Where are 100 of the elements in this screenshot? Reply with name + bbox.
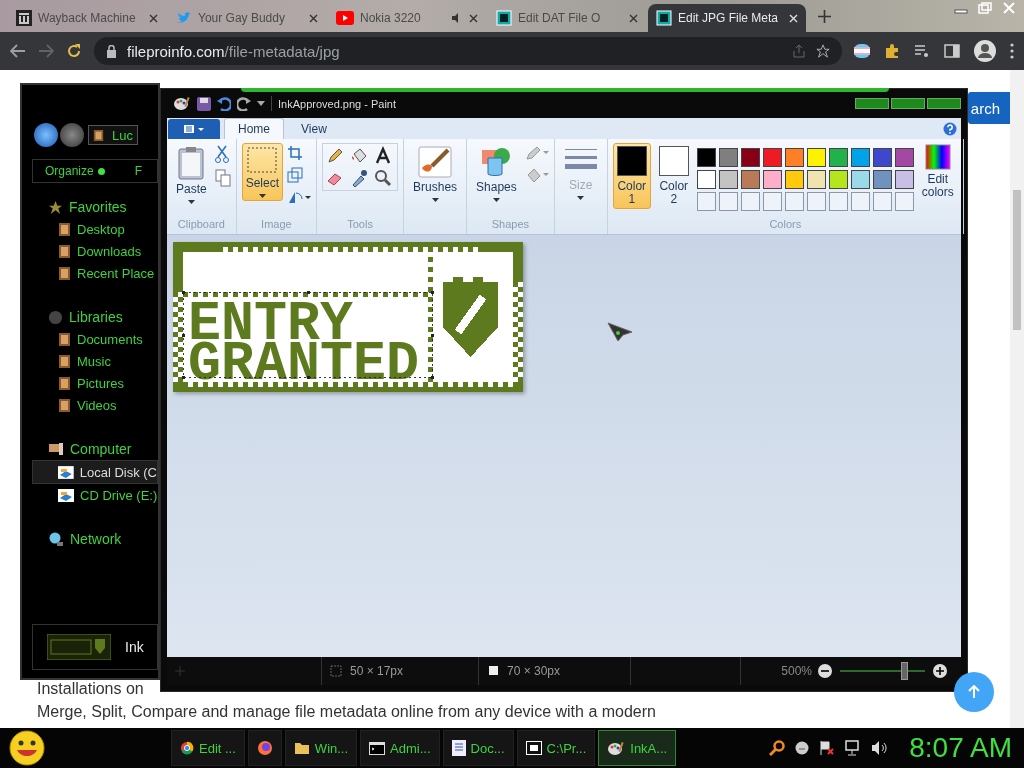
taskbar-button[interactable]: Admi... (360, 730, 440, 766)
nav-item[interactable]: Recent Place (22, 262, 158, 284)
search-icon[interactable] (769, 740, 786, 756)
empty-swatch[interactable] (718, 192, 738, 211)
nav-item[interactable]: Videos (22, 394, 158, 416)
dropdown-icon[interactable] (257, 101, 265, 106)
nav-item[interactable]: Downloads (22, 240, 158, 262)
star-icon[interactable] (816, 44, 830, 58)
close-icon[interactable] (309, 13, 318, 23)
palette-swatch[interactable] (850, 148, 870, 167)
empty-swatch[interactable] (784, 192, 804, 211)
menu-icon[interactable] (1010, 43, 1014, 59)
browser-tab[interactable]: Edit DAT File O (488, 4, 646, 32)
palette-swatch[interactable] (806, 170, 826, 189)
palette-swatch[interactable] (718, 148, 738, 167)
back-icon[interactable] (10, 44, 26, 58)
empty-swatch[interactable] (850, 192, 870, 211)
close-icon[interactable] (629, 13, 638, 23)
palette-swatch[interactable] (894, 170, 914, 189)
paste-button[interactable]: Paste (172, 143, 211, 207)
zoom-thumb[interactable] (900, 662, 908, 680)
close-icon[interactable] (149, 13, 158, 23)
taskbar-button[interactable]: InkA... (598, 730, 677, 766)
palette-swatch[interactable] (740, 148, 760, 167)
search-button[interactable]: arch (968, 92, 1010, 124)
palette-swatch[interactable] (718, 170, 738, 189)
taskbar-button[interactable]: Doc... (442, 730, 514, 766)
nav-section[interactable]: Network (22, 528, 158, 550)
close-icon[interactable] (469, 13, 478, 23)
nav-section[interactable]: Libraries (22, 306, 158, 328)
palette-swatch[interactable] (784, 148, 804, 167)
rotate-icon[interactable] (287, 189, 312, 205)
palette-swatch[interactable] (740, 170, 760, 189)
nav-item[interactable]: CD Drive (E:) (22, 484, 158, 506)
back-button[interactable] (34, 123, 58, 147)
app-menu-button[interactable] (168, 119, 220, 139)
color-slot-button[interactable]: Color 1 (612, 143, 651, 209)
ribbon-tab[interactable]: View (288, 119, 340, 139)
palette-swatch[interactable] (762, 170, 782, 189)
playlist-icon[interactable] (914, 44, 930, 58)
empty-swatch[interactable] (894, 192, 914, 211)
zoom-out-button[interactable] (818, 664, 832, 678)
select-button[interactable]: Select (241, 143, 284, 201)
color-slot-button[interactable]: Color 2 (654, 143, 693, 209)
taskbar-button[interactable]: Win... (284, 730, 358, 766)
smiley-icon[interactable] (8, 730, 46, 766)
empty-swatch[interactable] (828, 192, 848, 211)
edit-colors-button[interactable]: Edit colors (917, 143, 958, 200)
empty-swatch[interactable] (872, 192, 892, 211)
taskbar-button[interactable]: Edit ... (171, 730, 245, 766)
help-icon[interactable] (943, 121, 957, 136)
undo-icon[interactable] (217, 96, 231, 111)
avatar-icon[interactable] (974, 40, 996, 62)
nav-item[interactable]: Pictures (22, 372, 158, 394)
browser-tab[interactable]: Your Gay Buddy (168, 4, 326, 32)
flag-icon[interactable] (854, 44, 870, 58)
share-icon[interactable] (792, 44, 806, 58)
address-field[interactable]: Luc (88, 125, 138, 145)
palette-swatch[interactable] (894, 148, 914, 167)
browser-tab[interactable]: Edit JPG File Meta (648, 4, 806, 32)
outline-icon[interactable] (524, 145, 549, 161)
empty-swatch[interactable] (696, 192, 716, 211)
ribbon-tab[interactable]: Home (224, 118, 284, 139)
face-icon[interactable] (795, 741, 810, 755)
redo-icon[interactable] (237, 96, 251, 111)
palette-swatch[interactable] (850, 170, 870, 189)
scrollbar-thumb[interactable] (1013, 190, 1021, 330)
resize-icon[interactable] (287, 167, 304, 183)
brushes-button[interactable]: Brushes (409, 143, 462, 205)
shapes-button[interactable]: Shapes (472, 143, 521, 205)
sidebar-icon[interactable] (944, 44, 960, 58)
zoom-in-button[interactable] (933, 664, 947, 678)
palette-swatch[interactable] (784, 170, 804, 189)
palette-swatch[interactable] (872, 148, 892, 167)
puzzle-icon[interactable] (884, 43, 900, 59)
empty-swatch[interactable] (740, 192, 760, 211)
copy-icon[interactable] (214, 169, 231, 187)
palette-swatch[interactable] (806, 148, 826, 167)
network-icon[interactable] (845, 740, 862, 756)
empty-swatch[interactable] (806, 192, 826, 211)
nav-item[interactable]: Documents (22, 328, 158, 350)
organize-button[interactable]: Organize (45, 164, 105, 178)
palette-swatch[interactable] (828, 170, 848, 189)
palette-swatch[interactable] (696, 170, 716, 189)
scroll-top-button[interactable] (954, 672, 994, 712)
speaker-icon[interactable] (871, 740, 888, 756)
nav-section[interactable]: Favorites (22, 196, 158, 218)
palette-swatch[interactable] (872, 170, 892, 189)
empty-swatch[interactable] (762, 192, 782, 211)
magnifier-icon[interactable] (373, 168, 394, 188)
forward-button[interactable] (60, 123, 84, 147)
nav-section[interactable]: Computer (22, 438, 158, 460)
reload-icon[interactable] (66, 43, 82, 59)
palette-swatch[interactable] (828, 148, 848, 167)
browser-tab[interactable]: Nokia 3220 (328, 4, 486, 32)
address-bar[interactable]: fileproinfo.com/file-metadata/jpg (94, 37, 842, 65)
browser-tab[interactable]: Wayback Machine (8, 4, 166, 32)
toolbar-button[interactable]: F (134, 164, 143, 178)
nav-item[interactable]: Desktop (22, 218, 158, 240)
palette-swatch[interactable] (696, 148, 716, 167)
